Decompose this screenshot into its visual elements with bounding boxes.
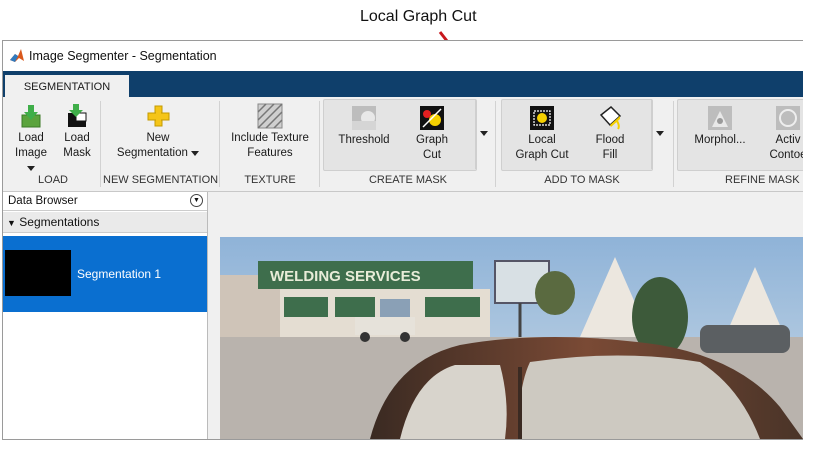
load-mask-icon [68, 104, 87, 127]
local-graph-cut-label-2: Graph Cut [515, 149, 569, 161]
local-graph-cut-button[interactable]: Local Graph Cut [507, 105, 577, 163]
image-canvas[interactable]: WELDING SERVICES [208, 192, 803, 439]
data-browser-title: Data Browser [8, 195, 78, 207]
tab-strip: SEGMENTATION [3, 71, 803, 97]
chevron-down-icon [480, 131, 488, 136]
load-image-label-2: Image [15, 147, 47, 159]
morphology-icon [708, 106, 732, 130]
new-segmentation-label-2: Segmentation [116, 147, 188, 159]
title-bar: Image Segmenter - Segmentation [3, 41, 803, 71]
load-image-button[interactable]: Load Image [11, 103, 51, 176]
collapse-triangle-icon: ▼ [7, 218, 16, 228]
local-graph-cut-label-1: Local [528, 134, 556, 146]
divider [673, 101, 674, 187]
graph-cut-icon [420, 106, 444, 130]
list-item[interactable]: Segmentation 1 [3, 236, 207, 312]
chevron-down-icon [656, 131, 664, 136]
load-mask-label-1: Load [64, 132, 90, 144]
divider [319, 101, 320, 187]
divider [495, 101, 496, 187]
load-image-icon [21, 105, 41, 128]
add-to-mask-more-button[interactable] [651, 99, 668, 169]
image-segmenter-window: Image Segmenter - Segmentation SEGMENTAT… [2, 40, 803, 440]
photo-sign-text: WELDING SERVICES [270, 268, 421, 285]
active-contours-label-1: Activ [775, 134, 801, 146]
graph-cut-button[interactable]: Graph Cut [403, 105, 461, 163]
include-texture-label-1: Include Texture [231, 132, 309, 144]
section-create-mask: CREATE MASK [368, 174, 448, 186]
threshold-button[interactable]: Threshold [329, 105, 399, 148]
section-texture: TEXTURE [244, 174, 296, 186]
load-mask-button[interactable]: Load Mask [57, 103, 97, 161]
photo: WELDING SERVICES [220, 237, 803, 439]
window-title: Image Segmenter - Segmentation [29, 49, 217, 63]
matlab-logo-icon [10, 49, 24, 62]
new-segmentation-label-1: New [146, 132, 170, 144]
segmentations-label: Segmentations [19, 215, 100, 229]
graph-cut-label-2: Cut [423, 149, 441, 161]
section-add-to-mask: ADD TO MASK [544, 174, 620, 186]
include-texture-button[interactable]: Include Texture Features [225, 103, 315, 161]
segmentation-thumbnail [5, 250, 71, 296]
active-contours-label-2: Contoe [769, 149, 803, 161]
threshold-label: Threshold [338, 134, 390, 146]
flood-fill-label-2: Fill [602, 149, 618, 161]
section-refine-mask: REFINE MASK [725, 174, 800, 186]
load-image-label-1: Load [18, 132, 44, 144]
plus-icon [147, 105, 170, 127]
morphology-label: Morphol... [694, 134, 746, 146]
section-load: LOAD [38, 174, 68, 186]
section-new-segmentation: NEW SEGMENTATION [103, 174, 219, 186]
flood-fill-label-1: Flood [595, 134, 625, 146]
divider [219, 101, 220, 187]
data-browser-panel: Data Browser ▼ ▼ Segmentations Segmentat… [3, 192, 208, 439]
threshold-icon [352, 106, 376, 130]
texture-icon [257, 103, 283, 129]
active-contours-button[interactable]: Activ Contoe [763, 105, 803, 163]
active-contours-icon [776, 106, 800, 130]
toolstrip: Load Image Load Mask LOAD New Segmentati… [3, 97, 803, 192]
chevron-down-icon [27, 166, 35, 171]
local-graph-cut-icon [530, 106, 554, 130]
chevron-down-icon [191, 151, 200, 156]
segmentations-header[interactable]: ▼ Segmentations [3, 212, 207, 233]
morphology-button[interactable]: Morphol... [685, 105, 755, 148]
segmentation-item-label: Segmentation 1 [77, 267, 162, 281]
create-mask-more-button[interactable] [475, 99, 492, 169]
paint-bucket-icon [599, 105, 622, 130]
tab-segmentation[interactable]: SEGMENTATION [5, 75, 129, 97]
load-mask-label-2: Mask [63, 147, 91, 159]
graph-cut-label-1: Graph [416, 134, 448, 146]
panel-menu-icon[interactable]: ▼ [190, 194, 203, 207]
include-texture-label-2: Features [247, 147, 293, 159]
new-segmentation-button[interactable]: New Segmentation [103, 103, 213, 161]
flood-fill-button[interactable]: Flood Fill [581, 105, 639, 163]
divider [100, 101, 101, 187]
data-browser-header: Data Browser ▼ [3, 192, 207, 211]
